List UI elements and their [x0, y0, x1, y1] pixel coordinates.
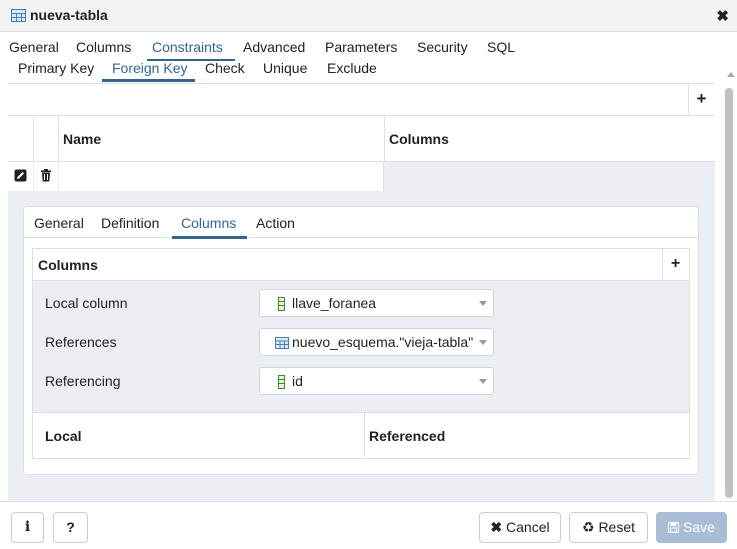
- tab-fk-action[interactable]: Action: [256, 215, 295, 231]
- local-referenced-grid-header: Local Referenced: [33, 412, 689, 458]
- tab-constraints[interactable]: Constraints: [152, 39, 223, 55]
- references-select[interactable]: nuevo_esquema."vieja-tabla": [259, 328, 494, 356]
- vertical-scrollbar[interactable]: [723, 84, 735, 498]
- chevron-down-icon: [479, 379, 487, 384]
- referencing-label: Referencing: [45, 373, 121, 389]
- constraints-panel: Primary Key Foreign Key Check Unique Exc…: [8, 61, 715, 501]
- save-button[interactable]: Save: [656, 512, 727, 543]
- fk-detail-panel: General Definition Columns Action Column…: [23, 206, 699, 475]
- table-icon: [275, 337, 289, 349]
- active-subtab-indicator: [102, 79, 195, 82]
- tab-primary-key[interactable]: Primary Key: [18, 61, 94, 76]
- main-tab-bar: General Columns Constraints Advanced Par…: [0, 32, 737, 61]
- tab-columns[interactable]: Columns: [76, 39, 131, 55]
- references-value: nuevo_esquema."vieja-tabla": [292, 334, 474, 350]
- fk-toolbar: +: [8, 84, 715, 116]
- column-icon: [278, 375, 285, 389]
- trash-icon[interactable]: [40, 169, 52, 185]
- fk-columns-header: Columns +: [33, 249, 689, 281]
- constraint-tab-bar: Primary Key Foreign Key Check Unique Exc…: [8, 61, 715, 84]
- local-column-select[interactable]: llave_foranea: [259, 289, 494, 317]
- close-icon: ✖: [490, 519, 503, 535]
- scrollbar-thumb[interactable]: [725, 88, 733, 498]
- tab-sql[interactable]: SQL: [487, 39, 515, 55]
- column-icon: [278, 297, 285, 311]
- tab-foreign-key[interactable]: Foreign Key: [112, 61, 187, 76]
- dialog-title-bar: nueva-tabla ✖: [0, 0, 737, 32]
- tab-fk-columns[interactable]: Columns: [181, 215, 236, 231]
- recycle-icon: ♻: [581, 519, 595, 535]
- referencing-value: id: [292, 373, 303, 389]
- column-header-local: Local: [45, 428, 82, 444]
- column-header-referenced: Referenced: [369, 428, 446, 444]
- table-icon: [11, 9, 26, 22]
- cancel-button[interactable]: ✖ Cancel: [479, 512, 561, 543]
- tab-advanced[interactable]: Advanced: [243, 39, 305, 55]
- dialog-title: nueva-tabla: [30, 7, 108, 23]
- tab-parameters[interactable]: Parameters: [325, 39, 397, 55]
- chevron-down-icon: [479, 301, 487, 306]
- add-column-button[interactable]: +: [662, 249, 688, 279]
- column-header-name: Name: [63, 131, 102, 147]
- fk-name-cell[interactable]: [59, 162, 384, 191]
- edit-icon[interactable]: [14, 169, 27, 185]
- tab-general[interactable]: General: [9, 39, 59, 55]
- fk-columns-section: Columns + Local column llave_foranea Ref…: [32, 248, 690, 459]
- tab-fk-definition[interactable]: Definition: [101, 215, 159, 231]
- fk-grid-header: Name Columns: [8, 116, 715, 162]
- tab-unique[interactable]: Unique: [263, 61, 307, 76]
- fk-columns-title: Columns: [38, 257, 98, 273]
- local-column-label: Local column: [45, 295, 128, 311]
- tab-exclude[interactable]: Exclude: [327, 61, 377, 76]
- detail-tab-bar: General Definition Columns Action: [24, 207, 698, 239]
- referencing-select[interactable]: id: [259, 367, 494, 395]
- close-icon[interactable]: ✖: [716, 7, 729, 25]
- column-header-columns: Columns: [389, 131, 449, 147]
- tab-fk-general[interactable]: General: [34, 215, 84, 231]
- tab-security[interactable]: Security: [417, 39, 468, 55]
- scroll-up-arrow-icon[interactable]: [727, 72, 735, 77]
- add-foreign-key-button[interactable]: +: [688, 84, 714, 114]
- local-column-value: llave_foranea: [292, 295, 377, 311]
- save-icon: [668, 519, 683, 535]
- active-detail-tab-indicator: [172, 236, 247, 239]
- table-row: [8, 162, 715, 191]
- tab-check[interactable]: Check: [205, 61, 245, 76]
- info-button[interactable]: i: [11, 512, 44, 543]
- chevron-down-icon: [479, 340, 487, 345]
- reset-button[interactable]: ♻ Reset: [569, 512, 648, 543]
- dialog-footer: i ? ✖ Cancel ♻ Reset Save: [0, 501, 737, 549]
- help-button[interactable]: ?: [53, 512, 88, 543]
- references-label: References: [45, 334, 117, 350]
